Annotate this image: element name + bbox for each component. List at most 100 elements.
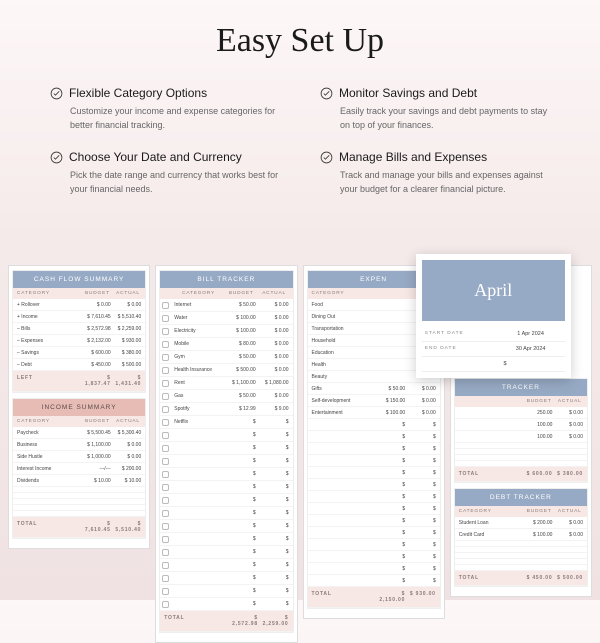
features-grid: Flexible Category Options Customize your… — [0, 86, 600, 216]
checkbox[interactable] — [162, 393, 172, 400]
table-row: $ $ — [160, 546, 292, 559]
cell: $ — [377, 446, 408, 452]
cell: Gifts — [310, 386, 377, 392]
checkbox[interactable] — [162, 328, 172, 335]
card-header: INCOME SUMMARY — [13, 399, 145, 416]
cell: $ 0.00 — [554, 422, 585, 428]
feature-title: Flexible Category Options — [69, 86, 207, 100]
checkbox[interactable] — [162, 549, 172, 556]
cell — [377, 314, 408, 320]
cell: $ — [377, 422, 408, 428]
table-row: Gifts$ 50.00$ 0.00 — [308, 383, 440, 395]
pane-savings-debt: April START DATE 1 Apr 2024 END DATE 30 … — [450, 265, 592, 597]
cell: $ — [407, 530, 438, 536]
table-row: $ $ — [160, 442, 292, 455]
checkbox[interactable] — [162, 432, 172, 439]
table-row: Credit Card$ 100.00$ 0.00 — [455, 529, 587, 541]
cell — [172, 510, 225, 517]
cell: Self-development — [310, 398, 377, 404]
table-row: Spotify$ 12.99$ 9.00 — [160, 403, 292, 416]
table-row: Rent$ 1,100.00$ 1,080.00 — [160, 377, 292, 390]
checkbox[interactable] — [162, 484, 172, 491]
table-row: $ $ — [160, 507, 292, 520]
cell: $ 1,100.00 — [82, 442, 113, 448]
checkbox[interactable] — [162, 445, 172, 452]
checkbox[interactable] — [162, 510, 172, 517]
table-row: Self-development$ 150.00$ 0.00 — [308, 395, 440, 407]
cell: $ — [377, 518, 408, 524]
cell — [310, 434, 377, 440]
checkbox[interactable] — [162, 562, 172, 569]
table-row: Internet$ 50.00$ 0.00 — [160, 299, 292, 312]
cell: $ 1,431.40 — [113, 375, 144, 387]
cell: $ — [407, 422, 438, 428]
cell: $ — [407, 434, 438, 440]
checkbox[interactable] — [162, 419, 172, 426]
cell: $ — [258, 484, 291, 491]
checkbox[interactable] — [162, 302, 172, 309]
cell: $ 50.00 — [377, 386, 408, 392]
popup-value[interactable]: 1 Apr 2024 — [499, 331, 561, 337]
row-total: TOTAL $ 450.00 $ 500.00 — [455, 571, 587, 586]
cell — [457, 434, 524, 440]
checkbox[interactable] — [162, 367, 172, 374]
table-row: $ $ — [160, 494, 292, 507]
cell: $ 10.00 — [82, 478, 113, 484]
table-row: Gym$ 50.00$ 0.00 — [160, 351, 292, 364]
cell: $ — [258, 562, 291, 569]
cell: + Income — [15, 314, 82, 320]
cell: $ — [377, 506, 408, 512]
cell: $ — [377, 566, 408, 572]
checkbox[interactable] — [162, 354, 172, 361]
checkbox[interactable] — [162, 536, 172, 543]
popup-currency[interactable]: $ — [499, 361, 561, 367]
cell: Internet — [172, 302, 225, 309]
checkbox[interactable] — [162, 315, 172, 322]
checkbox[interactable] — [162, 458, 172, 465]
cell: $ 5,510.40 — [113, 521, 144, 533]
table-row: $ $ — [160, 429, 292, 442]
table-row: Entertainment$ 100.00$ 0.00 — [308, 407, 440, 419]
col: ACTUAL — [113, 419, 144, 424]
feature-title: Monitor Savings and Debt — [339, 86, 477, 100]
table-row: Gas$ 50.00$ 0.00 — [160, 390, 292, 403]
table-row: $ $ — [308, 503, 440, 515]
checkbox[interactable] — [162, 497, 172, 504]
checkbox[interactable] — [162, 471, 172, 478]
table-row: Paycheck$ 5,500.45$ 5,300.40 — [13, 427, 145, 439]
checkbox[interactable] — [162, 406, 172, 413]
cell: TOTAL — [457, 471, 524, 477]
checkbox[interactable] — [162, 523, 172, 530]
cell: $ — [377, 578, 408, 584]
cell: – Debt — [15, 362, 82, 368]
table-row: $ $ — [160, 559, 292, 572]
table-row: Electricity$ 100.00$ 0.00 — [160, 325, 292, 338]
checkbox[interactable] — [162, 341, 172, 348]
checkbox[interactable] — [162, 588, 172, 595]
cell — [310, 578, 377, 584]
cell: $ 2,259.00 — [113, 326, 144, 332]
cell: $ 380.00 — [554, 471, 585, 477]
cell: 100.00 — [524, 434, 555, 440]
col-headers: CATEGORY BUDGET ACTUAL — [455, 506, 587, 517]
checkbox[interactable] — [162, 575, 172, 582]
cell: Interest Income — [15, 466, 82, 472]
table-row: $ $ — [308, 455, 440, 467]
popup-label: END DATE — [425, 346, 500, 352]
checkbox[interactable] — [162, 380, 172, 387]
table-row: $ $ — [308, 491, 440, 503]
cell — [310, 554, 377, 560]
table-row: $ $ — [160, 455, 292, 468]
savings-card: TRACKER BUDGET ACTUAL 250.00$ 0.00 100.0… — [454, 378, 588, 483]
cell: $ 0.00 — [113, 302, 144, 308]
cell — [377, 302, 408, 308]
cell: $ 9.00 — [258, 406, 291, 413]
cell — [172, 523, 225, 530]
cell: $ 0.00 — [258, 302, 291, 309]
popup-value[interactable]: 30 Apr 2024 — [499, 346, 561, 352]
cell: $ — [225, 484, 258, 491]
cell: $ 0.00 — [258, 341, 291, 348]
cell: $ 5,500.45 — [82, 430, 113, 436]
checkbox[interactable] — [162, 601, 172, 608]
cell: $ — [225, 575, 258, 582]
